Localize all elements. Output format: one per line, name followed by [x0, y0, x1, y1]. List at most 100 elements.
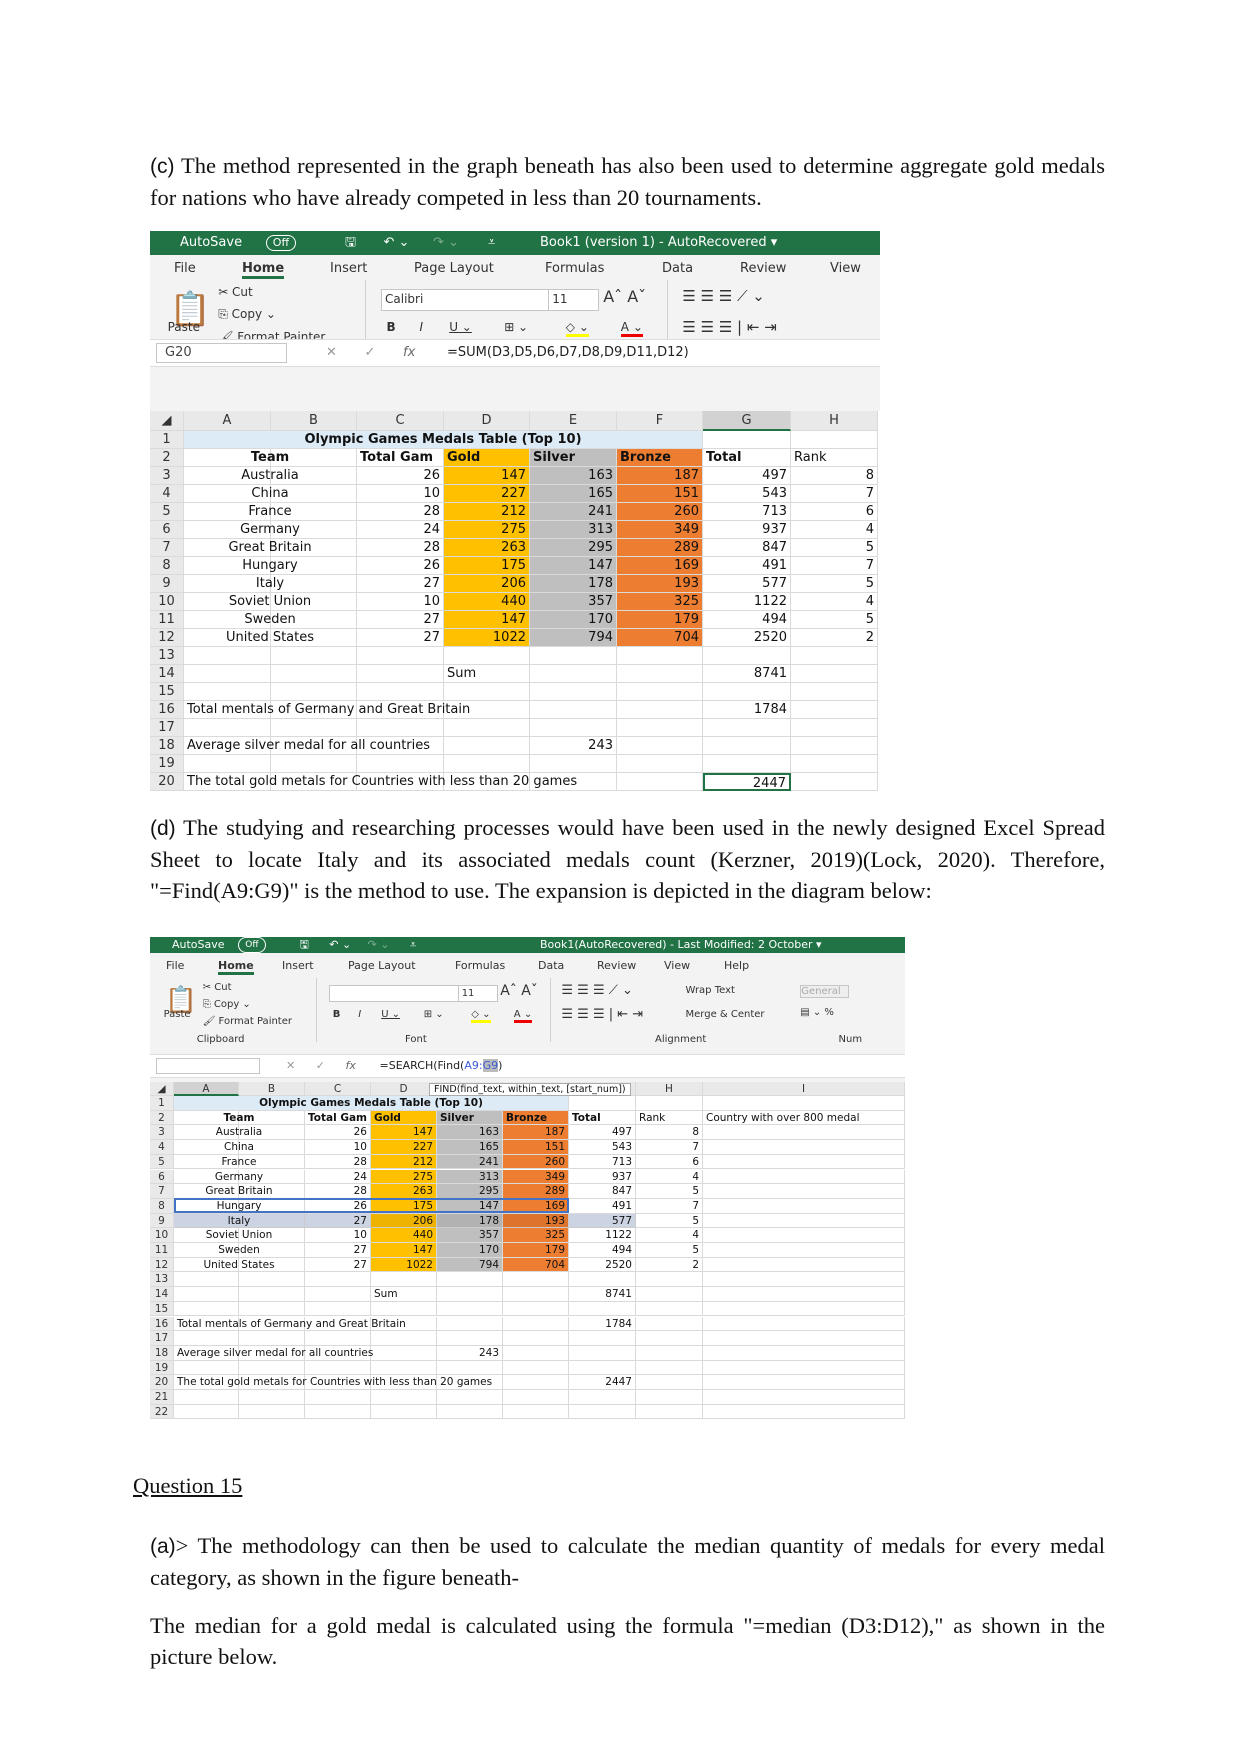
cell: [703, 1331, 905, 1346]
name-box[interactable]: G20: [156, 343, 287, 363]
name-box[interactable]: [156, 1058, 260, 1074]
divider: [549, 978, 551, 1042]
cut-button[interactable]: ✂ Cut: [203, 982, 232, 993]
horizontal-align-icons[interactable]: ☰ ☰ ☰ | ⇤ ⇥: [561, 1007, 643, 1022]
vertical-align-icons[interactable]: ☰ ☰ ☰ ⟋ ⌄: [682, 287, 764, 305]
window-title: Book1(AutoRecovered) - Last Modified: 2 …: [540, 938, 822, 951]
cell: [703, 1184, 905, 1199]
tab-insert[interactable]: Insert: [330, 261, 367, 276]
function-tooltip: FIND(find_text, within_text, [start_num]…: [429, 1083, 631, 1096]
underline-button[interactable]: U ⌄: [449, 320, 472, 334]
medal-value: 193: [503, 1213, 569, 1229]
percent-button[interactable]: ▤ ⌄ %: [800, 1007, 834, 1018]
tab-page-layout[interactable]: Page Layout: [414, 261, 494, 276]
tab-home[interactable]: Home: [242, 261, 285, 279]
font-color-icon[interactable]: A ⌄: [620, 320, 643, 337]
merge-center-button[interactable]: Merge & Center: [686, 1009, 765, 1020]
font-name-dropdown[interactable]: [328, 985, 461, 1003]
copy-button[interactable]: ⎘ Copy ⌄: [203, 999, 251, 1010]
tab-review[interactable]: Review: [740, 261, 786, 276]
save-icon[interactable]: 🖫: [300, 937, 309, 953]
save-icon[interactable]: 🖫: [345, 231, 356, 255]
redo-icon[interactable]: ↷ ⌄: [433, 231, 459, 255]
bold-button[interactable]: B: [333, 1009, 341, 1020]
tab-help[interactable]: Help: [724, 959, 749, 972]
column-title-rank: Rank: [636, 1110, 703, 1126]
formula-bar: ✕ ✓ fx =SEARCH(Find(A9:G9): [150, 1054, 905, 1078]
cancel-icon[interactable]: ✕: [326, 340, 337, 366]
cell: [530, 647, 617, 665]
italic-button[interactable]: I: [420, 320, 424, 334]
vertical-align-icons[interactable]: ☰ ☰ ☰ ⟋ ⌄: [561, 983, 633, 998]
tab-data[interactable]: Data: [662, 261, 693, 276]
tab-home[interactable]: Home: [218, 959, 254, 975]
cell: [371, 1390, 437, 1405]
medal-value: 227: [444, 485, 530, 503]
row-header: 4: [150, 485, 184, 503]
excel-screenshot-sum: AutoSave Off 🖫 ↶ ⌄ ↷ ⌄ ⩡ Book1 (version 1) - A…: [150, 231, 880, 791]
cell: [703, 1301, 905, 1317]
font-size-dropdown[interactable]: 11: [457, 985, 499, 1003]
cell: [239, 1360, 305, 1376]
tab-file[interactable]: File: [166, 959, 184, 972]
enter-icon[interactable]: ✓: [316, 1055, 325, 1077]
paste-button[interactable]: Paste: [168, 320, 200, 334]
borders-icon[interactable]: ⊞ ⌄: [424, 1009, 444, 1020]
underline-button[interactable]: U ⌄: [381, 1009, 400, 1020]
cancel-icon[interactable]: ✕: [286, 1055, 295, 1077]
font-size-increase-icon[interactable]: Aˆ Aˇ: [603, 287, 646, 306]
tab-page-layout[interactable]: Page Layout: [348, 959, 416, 972]
tab-formulas[interactable]: Formulas: [455, 959, 505, 972]
tab-view[interactable]: View: [830, 261, 861, 276]
number-format-dropdown[interactable]: General: [800, 985, 849, 998]
fill-color-icon[interactable]: ◇ ⌄: [471, 1009, 491, 1023]
enter-icon[interactable]: ✓: [365, 340, 376, 366]
cell: [703, 1243, 905, 1258]
cell: [636, 1404, 703, 1420]
cell: [617, 647, 703, 665]
undo-icon[interactable]: ↶ ⌄: [384, 231, 410, 255]
cut-button[interactable]: ✂ Cut: [218, 285, 253, 299]
paste-button[interactable]: Paste: [164, 1009, 191, 1020]
customize-toolbar-icon[interactable]: ⩡: [488, 231, 495, 255]
italic-button[interactable]: I: [358, 1009, 361, 1020]
tab-insert[interactable]: Insert: [282, 959, 314, 972]
column-header-h: H: [791, 411, 878, 431]
formula-input[interactable]: =SEARCH(Find(A9:G9): [380, 1055, 502, 1077]
function-icon[interactable]: fx: [403, 340, 415, 366]
cell: [271, 665, 357, 683]
customize-toolbar-icon[interactable]: ⩡: [410, 937, 416, 953]
copy-button[interactable]: ⎘ Copy ⌄: [218, 307, 276, 322]
tab-data[interactable]: Data: [538, 959, 564, 972]
spreadsheet-grid: ◢ A B C D E F G H 1 2 3 4 5 6 7 8 9 10 11 12 13 14 15 16 17 18 19 20…: [150, 411, 880, 791]
tab-review[interactable]: Review: [597, 959, 636, 972]
autosave-toggle[interactable]: Off: [238, 937, 266, 953]
undo-icon[interactable]: ↶ ⌄: [329, 937, 351, 953]
fill-color-icon[interactable]: ◇ ⌄: [565, 320, 589, 337]
font-size-increase-icon[interactable]: Aˆ Aˇ: [500, 983, 538, 999]
font-size-dropdown[interactable]: 11: [548, 289, 600, 311]
borders-icon[interactable]: ⊞ ⌄: [504, 320, 528, 334]
font-color-icon[interactable]: A ⌄: [513, 1009, 533, 1023]
sum-value: 8741: [703, 665, 791, 683]
document-page: (c) The method represented in the graph …: [0, 0, 1241, 1754]
medal-value: 543: [569, 1140, 636, 1155]
format-painter-button[interactable]: 🖌 Format Painter: [203, 1016, 292, 1027]
medal-value: 2: [636, 1257, 703, 1273]
cell: [371, 1360, 437, 1376]
wrap-text-button[interactable]: Wrap Text: [686, 985, 735, 996]
selection-range-a9-g9[interactable]: [174, 1197, 569, 1213]
cell: [503, 1404, 569, 1420]
tab-view[interactable]: View: [664, 959, 690, 972]
function-icon[interactable]: fx: [346, 1055, 356, 1077]
font-name-dropdown[interactable]: Calibri: [381, 289, 551, 311]
horizontal-align-icons[interactable]: ☰ ☰ ☰ | ⇤ ⇥: [682, 318, 776, 336]
column-title-gold: Gold: [371, 1110, 437, 1126]
tab-file[interactable]: File: [174, 261, 196, 276]
bold-button[interactable]: B: [387, 320, 396, 334]
redo-icon[interactable]: ↷ ⌄: [368, 937, 390, 953]
formula-input[interactable]: =SUM(D3,D5,D6,D7,D8,D9,D11,D12): [447, 340, 689, 366]
paragraph-c: (c) The method represented in the graph …: [150, 150, 1105, 213]
tab-formulas[interactable]: Formulas: [545, 261, 604, 276]
autosave-toggle[interactable]: Off: [265, 235, 297, 251]
